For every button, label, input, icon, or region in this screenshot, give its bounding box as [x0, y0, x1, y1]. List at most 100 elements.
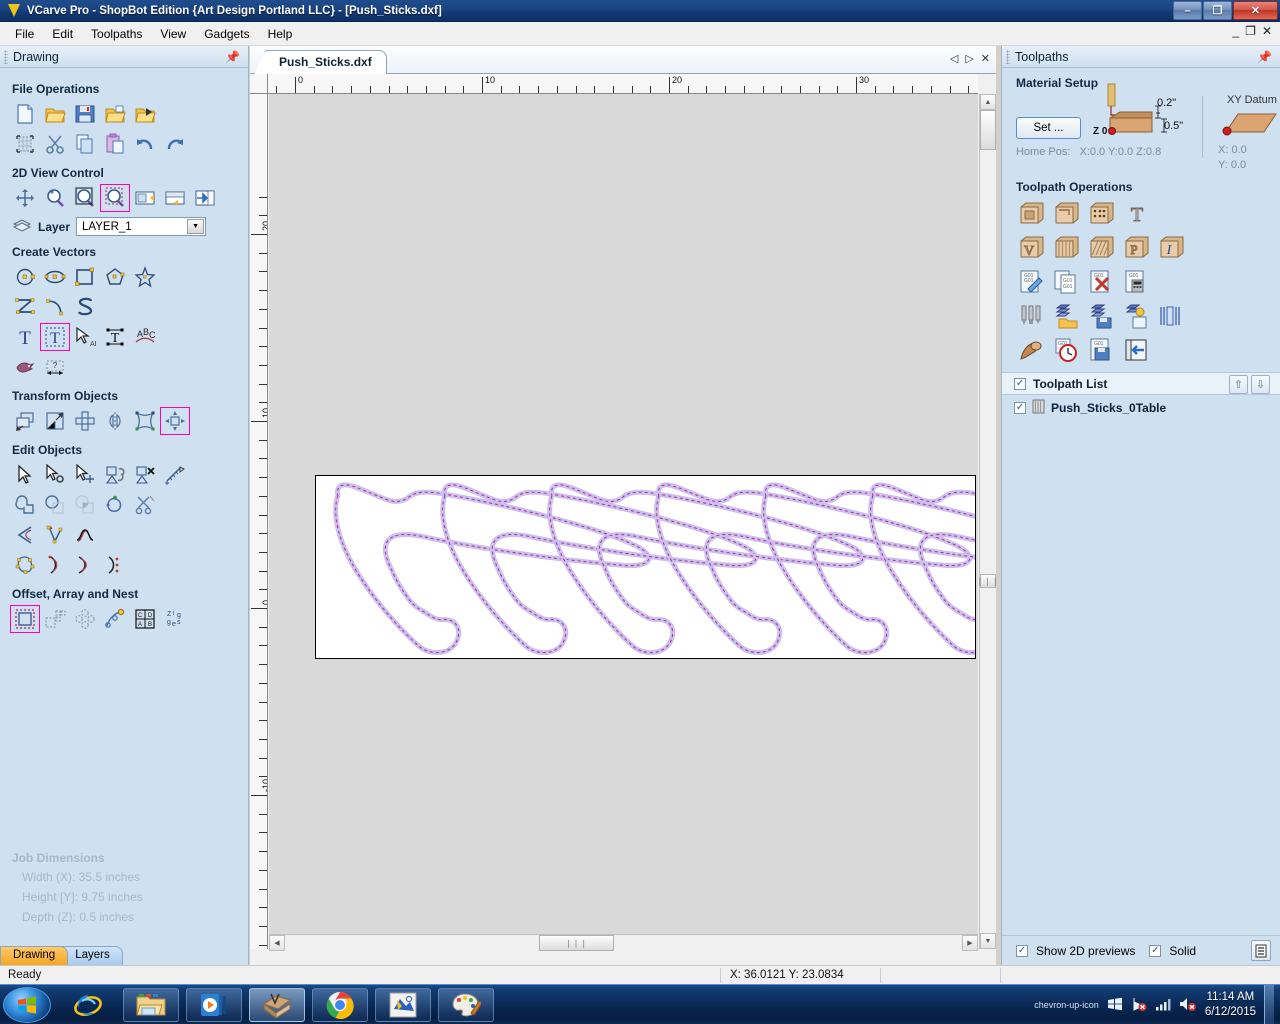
horizontal-scrollbar[interactable]: ◀ ❘❘❘ ▶: [269, 934, 978, 951]
menu-item-toolpaths[interactable]: Toolpaths: [82, 24, 151, 44]
rotate-objects-icon[interactable]: [70, 407, 100, 435]
save-toolpath-icon[interactable]: [1084, 300, 1119, 332]
save-gcode-icon[interactable]: G01: [1084, 334, 1119, 366]
tab-drawing[interactable]: Drawing: [0, 946, 69, 965]
text-arc-icon[interactable]: ABC: [130, 323, 160, 351]
document-tab[interactable]: Push_Sticks.dxf: [254, 50, 387, 75]
dimension-icon[interactable]: ?: [40, 353, 70, 381]
menu-item-edit[interactable]: Edit: [43, 24, 82, 44]
delete-toolpath-icon[interactable]: G01: [1084, 266, 1119, 298]
join-vectors-icon[interactable]: [100, 461, 130, 489]
move-toolpath-down-button[interactable]: ⇩: [1251, 375, 1270, 394]
open-recent-icon[interactable]: [100, 100, 130, 128]
text-on-curve-icon[interactable]: T: [100, 323, 130, 351]
windows-start-icon[interactable]: [3, 987, 51, 1023]
node-edit-icon[interactable]: [40, 461, 70, 489]
measure-icon[interactable]: [160, 461, 190, 489]
tab-layers[interactable]: Layers: [62, 946, 123, 965]
circular-copy-icon[interactable]: [70, 605, 100, 633]
inlay-toolpath-icon[interactable]: I: [1154, 232, 1189, 264]
import-vectors-icon[interactable]: [130, 100, 160, 128]
intersect-icon[interactable]: [70, 491, 100, 519]
ellipse-icon[interactable]: [40, 263, 70, 291]
material-sheet[interactable]: [315, 475, 976, 659]
curve-icon[interactable]: [40, 293, 70, 321]
minimize-button[interactable]: –: [1173, 1, 1202, 20]
toolpath-list-checkbox[interactable]: [1014, 377, 1026, 390]
offset-selected-icon[interactable]: [10, 605, 40, 633]
menu-item-gadgets[interactable]: Gadgets: [195, 24, 258, 44]
rectangle-icon[interactable]: [70, 263, 100, 291]
show-desktop-button[interactable]: [1264, 985, 1274, 1024]
pocket-toolpath-icon[interactable]: [1049, 198, 1084, 230]
insert-node-icon[interactable]: [40, 521, 70, 549]
set-material-button[interactable]: Set ...: [1016, 117, 1081, 139]
polyline-icon[interactable]: [10, 293, 40, 321]
prev-document-icon[interactable]: ◁: [950, 52, 958, 65]
move-objects-icon[interactable]: [10, 407, 40, 435]
text-select-icon[interactable]: AB: [70, 323, 100, 351]
drilling-toolpath-icon[interactable]: [1084, 198, 1119, 230]
save-file-icon[interactable]: [70, 100, 100, 128]
toolpath-tiling-icon[interactable]: [1154, 300, 1189, 332]
push-stick-outline[interactable]: [440, 482, 759, 655]
panel-grip-icon[interactable]: [1006, 49, 1010, 64]
scroll-right-arrow[interactable]: ▶: [962, 935, 978, 951]
nesting-icon[interactable]: Zigges: [160, 605, 190, 633]
prism-toolpath-icon[interactable]: P: [1119, 232, 1154, 264]
plate-layout-icon[interactable]: CDAB: [130, 605, 160, 633]
scroll-left-arrow[interactable]: ◀: [269, 935, 285, 951]
polygon-icon[interactable]: [100, 263, 130, 291]
duplicate-toolpath-icon[interactable]: G01 G01: [1049, 266, 1084, 298]
network-error-icon[interactable]: [1131, 996, 1147, 1015]
edit-toolpath-icon[interactable]: G01 G01: [1014, 266, 1049, 298]
machining-time-icon[interactable]: G01: [1049, 334, 1084, 366]
open-toolpath-icon[interactable]: [1049, 300, 1084, 332]
star-icon[interactable]: [130, 263, 160, 291]
close-document-icon[interactable]: ✕: [981, 52, 990, 65]
copy-icon[interactable]: [70, 130, 100, 158]
trim-vectors-icon[interactable]: [130, 491, 160, 519]
signal-bars-icon[interactable]: [1155, 996, 1171, 1015]
block-copy-icon[interactable]: [40, 605, 70, 633]
circle-icon[interactable]: [10, 263, 40, 291]
fillet-icon[interactable]: [10, 521, 40, 549]
line-node-icon[interactable]: [70, 551, 100, 579]
subtract-icon[interactable]: [40, 491, 70, 519]
tool-database-icon[interactable]: [1014, 300, 1049, 332]
texture-toolpath-icon[interactable]: [1084, 232, 1119, 264]
curve-fit-icon[interactable]: [10, 551, 40, 579]
zoom-box-icon[interactable]: [100, 184, 130, 212]
pin-icon[interactable]: 📌: [225, 50, 240, 64]
layer-select[interactable]: LAYER_1 ▼: [76, 217, 207, 236]
scale-objects-icon[interactable]: [40, 407, 70, 435]
trace-bitmap-icon[interactable]: [10, 353, 40, 381]
mdi-close-button[interactable]: ✕: [1262, 24, 1272, 38]
open-file-icon[interactable]: [40, 100, 70, 128]
zoom-selection-icon[interactable]: [130, 184, 160, 212]
undo-icon[interactable]: [130, 130, 160, 158]
panel-grip-icon[interactable]: [4, 49, 8, 64]
push-stick-outline[interactable]: [333, 482, 652, 655]
taskbar-item-blue-app[interactable]: [375, 988, 431, 1022]
vertical-scrollbar[interactable]: ▲ ❘❘❘ ▼: [976, 94, 999, 949]
taskbar-item-file-explorer[interactable]: [123, 988, 179, 1022]
pin-icon[interactable]: 📌: [1257, 50, 1272, 64]
close-panel-icon[interactable]: [1119, 334, 1154, 366]
vcarve-toolpath-icon[interactable]: V: [1014, 232, 1049, 264]
move-nodes-icon[interactable]: [70, 461, 100, 489]
weld-icon[interactable]: [10, 491, 40, 519]
chevron-down-icon[interactable]: ▼: [187, 219, 205, 234]
toolpath-estimate-icon[interactable]: G01: [1119, 266, 1154, 298]
menu-item-help[interactable]: Help: [259, 24, 302, 44]
horizontal-ruler[interactable]: 0 10 20 30: [268, 74, 978, 94]
zoom-extents-icon[interactable]: [70, 184, 100, 212]
scroll-up-arrow[interactable]: ▲: [980, 94, 996, 110]
select-pointer-icon[interactable]: [10, 461, 40, 489]
spiral-icon[interactable]: [70, 293, 100, 321]
distort-objects-icon[interactable]: [130, 407, 160, 435]
preview-toolpath-icon[interactable]: [1119, 300, 1154, 332]
taskbar-item-internet-explorer[interactable]: [60, 988, 116, 1022]
fluting-toolpath-icon[interactable]: [1049, 232, 1084, 264]
vertical-scroll-thumb[interactable]: [980, 110, 996, 150]
